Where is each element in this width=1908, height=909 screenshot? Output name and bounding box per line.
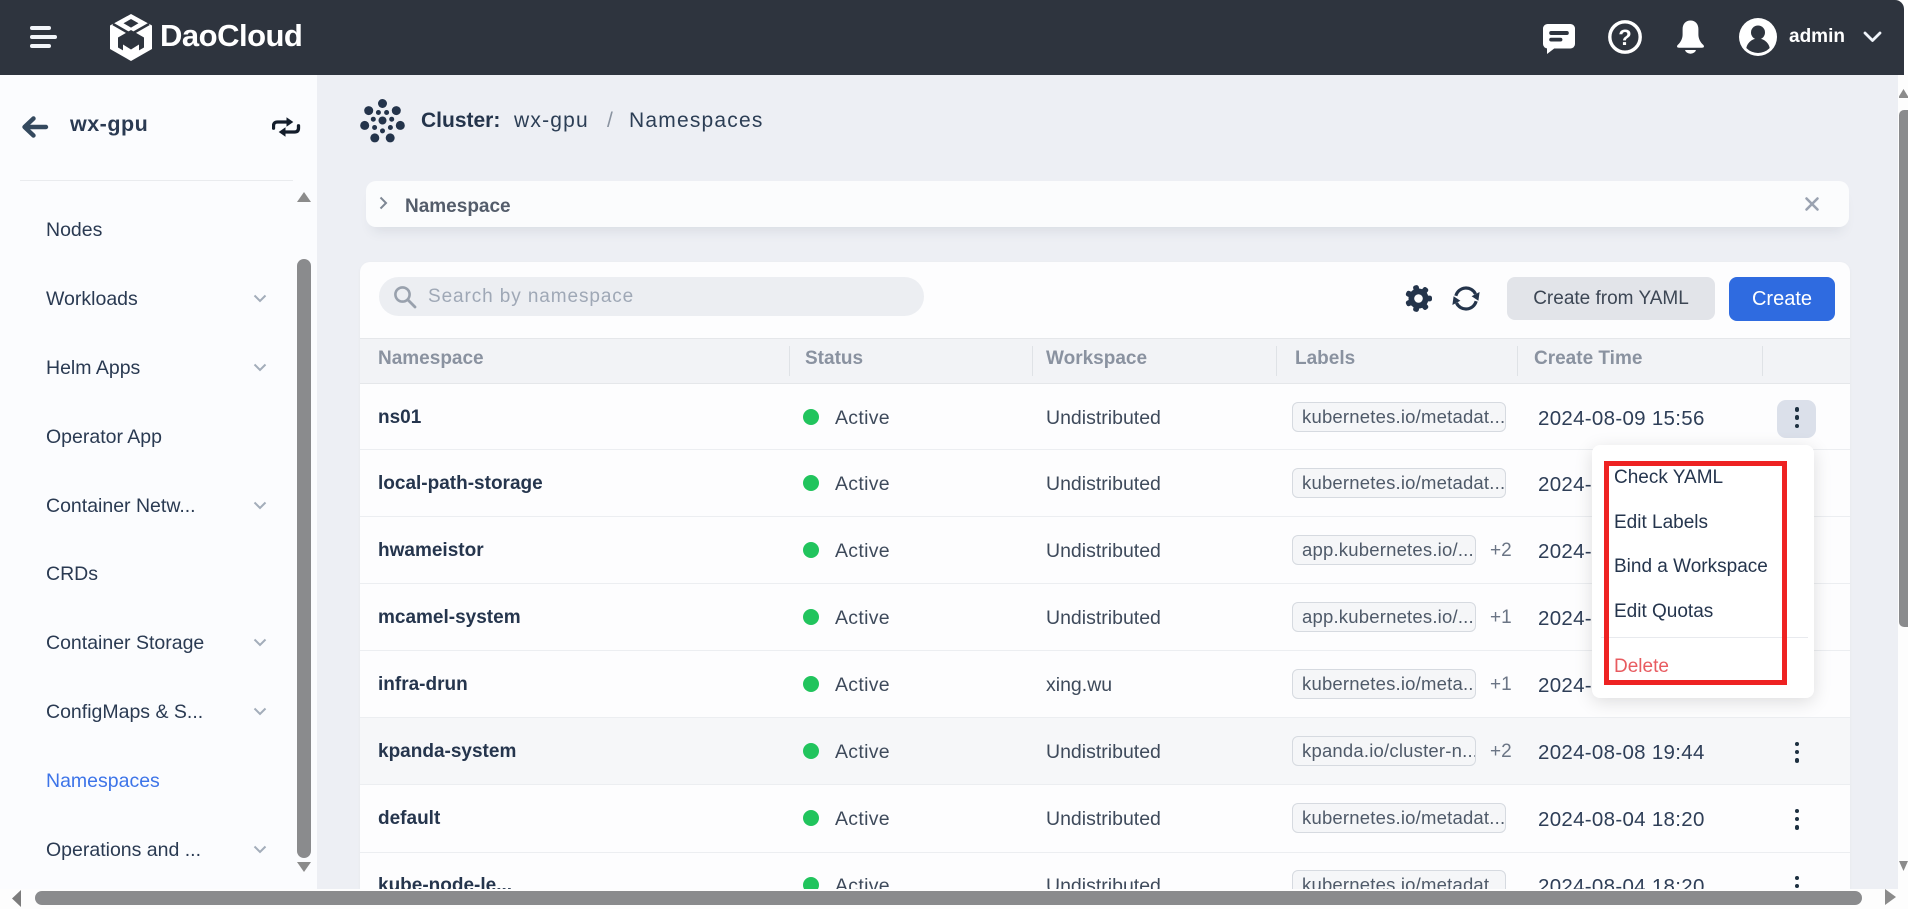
svg-text:?: ? bbox=[1618, 25, 1631, 50]
